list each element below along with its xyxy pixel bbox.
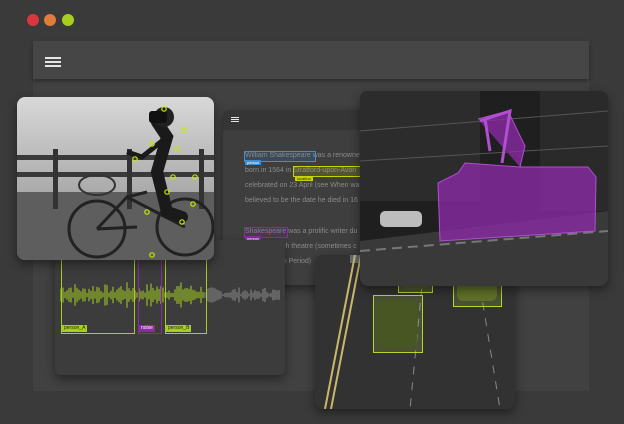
tram-segmentation-mask[interactable]: [360, 91, 608, 286]
maximize-button[interactable]: [62, 14, 74, 26]
keypoint: [190, 201, 196, 207]
keypoint: [174, 146, 180, 152]
audio-segment[interactable]: [165, 255, 207, 334]
hamburger-menu-icon[interactable]: [231, 117, 239, 123]
keypoint: [144, 209, 150, 215]
keypoint: [179, 219, 185, 225]
audio-segment[interactable]: [138, 255, 162, 334]
text-panel-toolbar: [223, 110, 373, 130]
audio-segment-label: person_A: [62, 325, 88, 332]
keypoint: [132, 156, 138, 162]
entity-tag-location: location: [295, 176, 313, 181]
keypoint: [149, 252, 155, 258]
text-line[interactable]: believed to be the date he died in 16: [245, 197, 358, 204]
pose-keypoints[interactable]: [17, 97, 214, 260]
keypoint: [149, 141, 155, 147]
audio-annotation-panel: person_A noise person_B: [55, 240, 285, 375]
minimize-button[interactable]: [44, 14, 56, 26]
close-button[interactable]: [27, 14, 39, 26]
keypoint: [161, 106, 167, 112]
app-toolbar: [33, 41, 589, 79]
keypoint: [181, 127, 187, 133]
keypoint: [170, 174, 176, 180]
audio-segment-label: noise: [139, 325, 155, 332]
segmentation-image[interactable]: [360, 91, 608, 286]
audio-segment[interactable]: [61, 255, 135, 334]
text-line[interactable]: celebrated on 23 April (see When wa: [245, 182, 359, 189]
bounding-box[interactable]: [373, 295, 423, 353]
entity-tag-person: person: [245, 160, 262, 165]
audio-segment-label: person_B: [166, 325, 192, 332]
keypoint: [164, 189, 170, 195]
pose-annotation-image[interactable]: [17, 97, 214, 260]
hamburger-menu-icon[interactable]: [45, 57, 61, 69]
keypoint: [192, 174, 198, 180]
